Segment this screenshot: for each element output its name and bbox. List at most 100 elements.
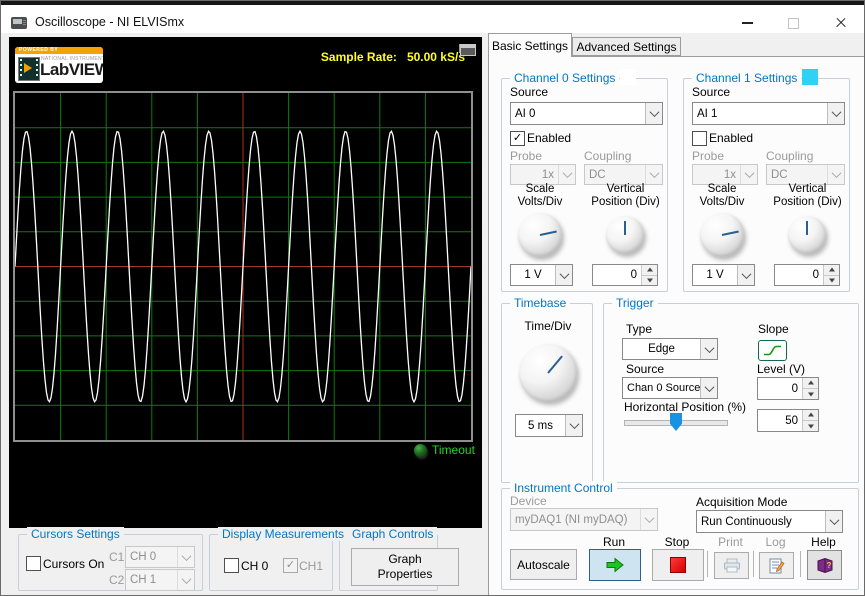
log-label: Log (765, 535, 786, 549)
spin-up-icon[interactable] (803, 378, 818, 388)
trigger-level-value: 0 (791, 382, 798, 395)
channel1-enabled-checkbox[interactable] (692, 131, 707, 146)
channel1-position-knob[interactable] (788, 216, 826, 254)
powered-by-label: POWERED BY (15, 47, 103, 54)
channel1-coupling-label: Coupling (766, 149, 814, 163)
tab-advanced-label: Advanced Settings (576, 39, 677, 54)
channel0-coupling-value: DC (589, 168, 606, 181)
channel0-scale-label: Scale Volts/Div (517, 183, 563, 208)
chevron-down-icon (831, 168, 841, 179)
close-button[interactable] (816, 9, 864, 37)
spin-up-icon[interactable] (824, 265, 839, 275)
channel1-scale-dropdown-button[interactable] (737, 265, 754, 285)
scope-display-panel: POWERED BY NATIONAL INSTRUMENTS LabVIEW … (9, 37, 482, 528)
product-label: LabVIEW (40, 60, 103, 79)
horizontal-position-spinner[interactable]: 50 (757, 409, 819, 432)
trigger-type-select[interactable]: Edge (622, 338, 718, 360)
c2-label: C2 (109, 573, 125, 587)
timebase-select[interactable]: 5 ms (515, 414, 583, 437)
spin-down-icon[interactable] (642, 274, 657, 285)
channel1-source-select[interactable]: AI 1 (692, 102, 845, 125)
measure-ch1-label: CH1 (299, 559, 324, 573)
trigger-source-select[interactable]: Chan 0 Source (622, 377, 718, 399)
channel1-color-swatch (802, 69, 818, 85)
help-button[interactable]: ? (807, 550, 842, 580)
sample-rate: Sample Rate: 50.00 kS/s (239, 50, 465, 64)
trigger-source-dropdown-button[interactable] (700, 378, 717, 398)
spin-down-icon[interactable] (824, 274, 839, 285)
trigger-group: Trigger Type Edge Slope Source Chan 0 So… (603, 296, 859, 483)
c1-value: CH 0 (130, 551, 157, 563)
channel0-scale-dropdown-button[interactable] (555, 265, 572, 285)
acquisition-mode-dropdown-button[interactable] (825, 511, 842, 532)
chevron-down-icon (181, 550, 191, 561)
spin-up-icon[interactable] (803, 410, 818, 420)
channel1-probe-value: 1x (723, 168, 736, 181)
cursors-settings-title: Cursors Settings (27, 527, 124, 541)
scope-graph (13, 91, 473, 442)
channel1-position-value: 0 (812, 269, 819, 281)
stop-label: Stop (664, 535, 690, 549)
tab-advanced-settings[interactable]: Advanced Settings (572, 37, 681, 56)
cursors-on-checkbox[interactable] (26, 556, 41, 571)
stop-button[interactable] (652, 549, 704, 581)
channel0-position-value: 0 (630, 269, 637, 281)
chevron-down-icon (704, 381, 714, 392)
spin-down-icon[interactable] (803, 420, 818, 431)
timebase-dropdown-button[interactable] (565, 415, 582, 436)
graph-properties-label: Graph Properties (377, 552, 433, 581)
chevron-down-icon (559, 268, 569, 279)
measure-ch1-checkbox: ✓ (283, 558, 298, 573)
spin-up-icon[interactable] (642, 265, 657, 275)
timebase-knob[interactable] (519, 344, 577, 402)
channel1-probe-dropdown-button (740, 165, 757, 184)
channel1-scale-knob[interactable] (700, 213, 744, 257)
oscilloscope-window: Oscilloscope - NI ELVISmx POWERED BY NAT… (0, 0, 865, 596)
channel0-probe-value: 1x (541, 168, 554, 181)
timeout-label: Timeout (432, 443, 475, 457)
sample-rate-label: Sample Rate: (320, 50, 397, 64)
chevron-down-icon (649, 107, 659, 118)
log-button[interactable] (759, 552, 794, 579)
trigger-type-value: Edge (648, 343, 675, 355)
timebase-value: 5 ms (528, 419, 553, 432)
popout-window-button[interactable] (457, 42, 479, 58)
labview-logo: POWERED BY NATIONAL INSTRUMENTS LabVIEW (15, 47, 103, 83)
window-title: Oscilloscope - NI ELVISmx (35, 15, 185, 29)
display-measurements-group: Display Measurements CH 0 ✓ CH1 (209, 527, 349, 591)
channel0-scale-knob[interactable] (518, 213, 562, 257)
minimize-button[interactable] (724, 9, 770, 37)
run-button[interactable] (589, 549, 641, 581)
channel1-coupling-value: DC (771, 168, 788, 181)
rising-edge-icon (764, 345, 781, 356)
acquisition-mode-select[interactable]: Run Continuously (696, 510, 843, 533)
channel0-source-select[interactable]: AI 0 (510, 102, 663, 125)
channel1-source-dropdown-button[interactable] (827, 103, 844, 124)
spin-down-icon[interactable] (803, 388, 818, 399)
channel1-source-label: Source (692, 85, 731, 99)
divider (800, 551, 801, 577)
channel0-scale-select[interactable]: 1 V (510, 264, 573, 286)
channel1-position-spinner[interactable]: 0 (774, 264, 840, 286)
horizontal-position-slider[interactable] (624, 413, 728, 431)
trigger-slope-button[interactable] (758, 340, 787, 361)
knob-needle (721, 230, 739, 236)
title-bar: Oscilloscope - NI ELVISmx (1, 5, 864, 33)
trigger-type-dropdown-button[interactable] (700, 339, 717, 359)
timeout-indicator: Timeout (414, 443, 475, 457)
log-document-icon (769, 558, 785, 573)
channel0-position-knob[interactable] (606, 216, 644, 254)
device-dropdown-button (640, 509, 657, 530)
autoscale-button[interactable]: Autoscale (510, 549, 577, 580)
measure-ch0-checkbox[interactable] (224, 558, 239, 573)
channel0-source-dropdown-button[interactable] (645, 103, 662, 124)
tab-basic-settings[interactable]: Basic Settings (488, 33, 572, 57)
cursors-on-label: Cursors On (43, 557, 105, 571)
graph-properties-button[interactable]: Graph Properties (351, 548, 459, 586)
check-icon: ✓ (512, 132, 523, 144)
channel1-scale-select[interactable]: 1 V (692, 264, 755, 286)
trigger-level-spinner[interactable]: 0 (757, 377, 819, 400)
channel0-enabled-checkbox[interactable]: ✓ (510, 131, 525, 146)
horizontal-position-thumb[interactable] (670, 413, 682, 431)
channel0-position-spinner[interactable]: 0 (592, 264, 658, 286)
